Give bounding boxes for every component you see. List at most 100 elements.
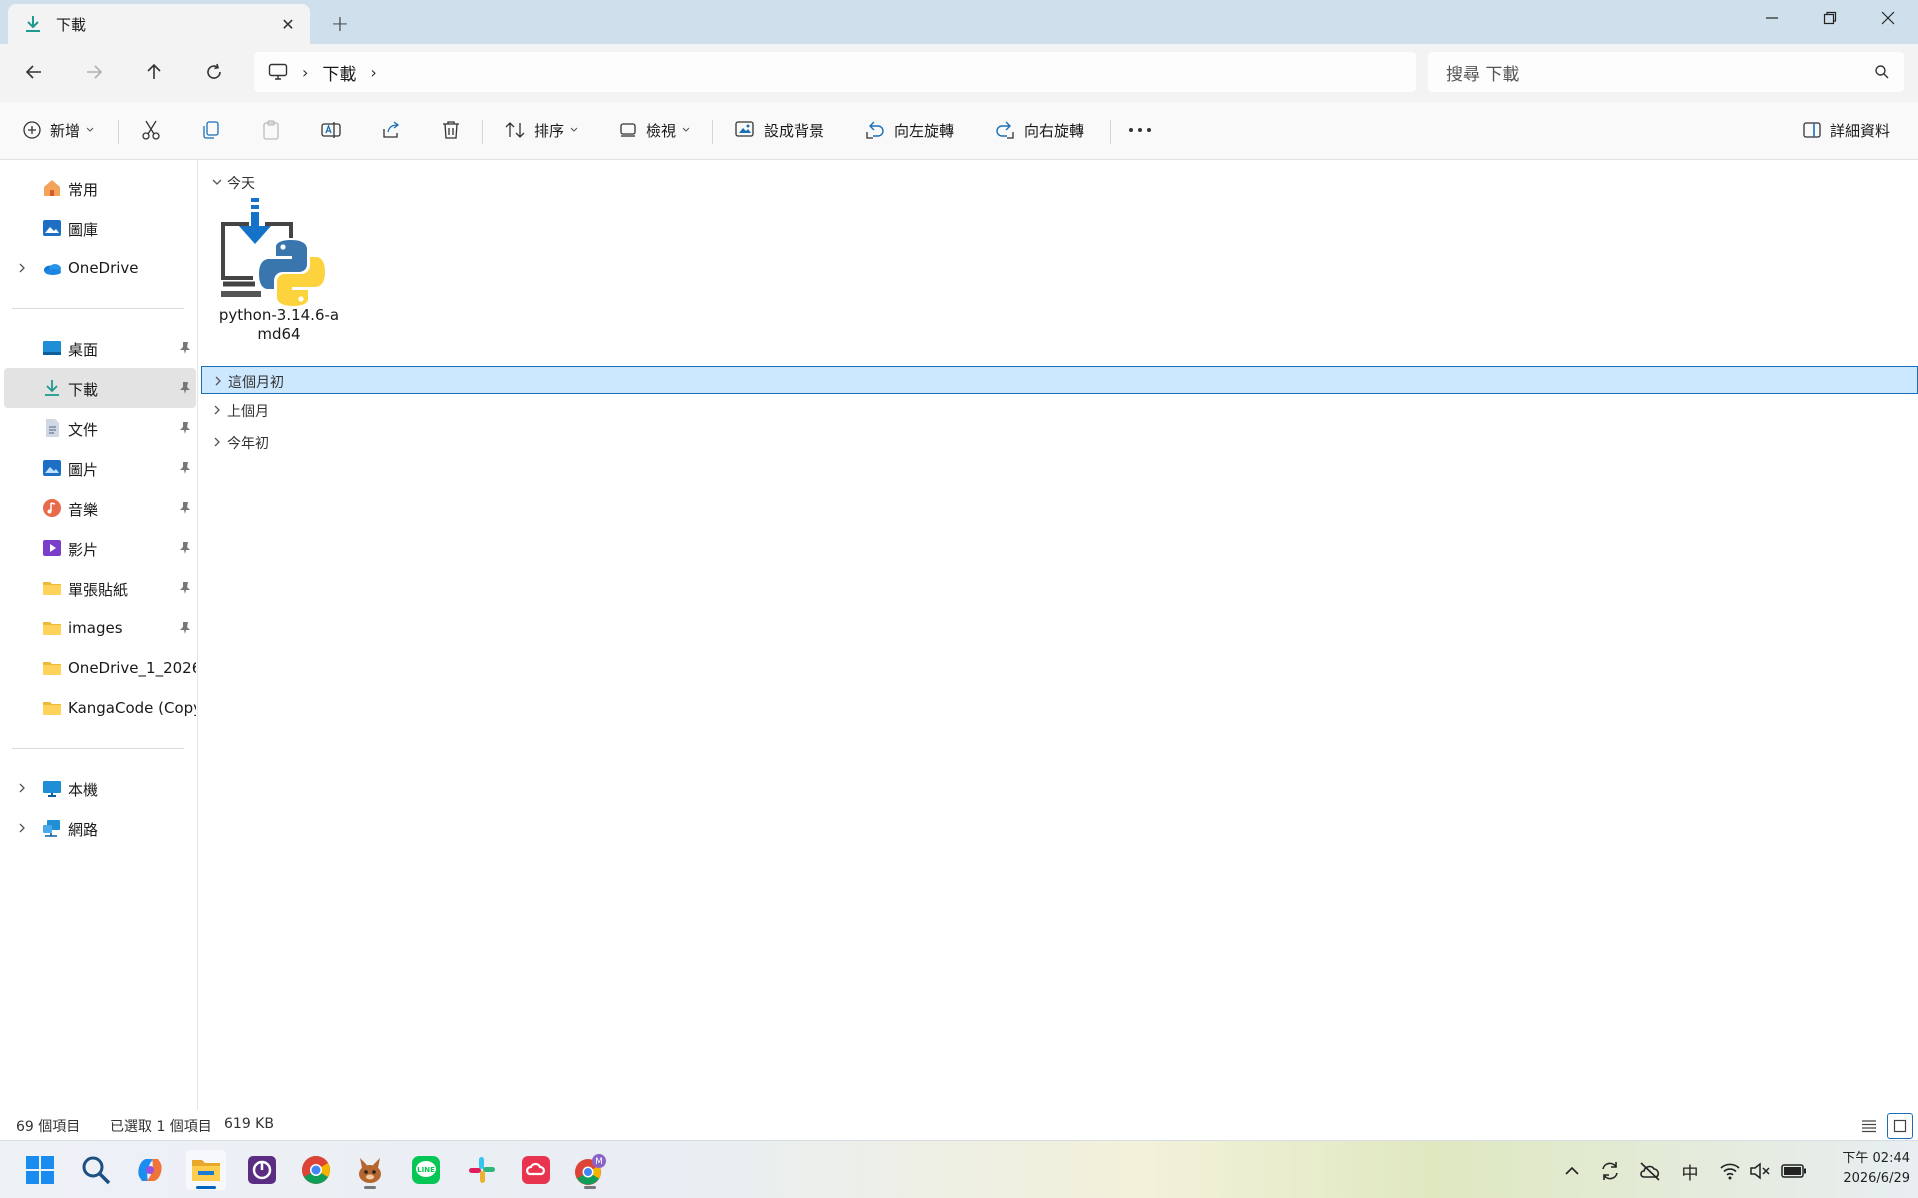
copy-button[interactable]: [200, 112, 222, 148]
command-bar: 新增 排序 檢視 設成背景 向左旋轉 向右旋轉 詳細資料: [0, 102, 1918, 160]
new-tab-button[interactable]: +: [326, 12, 354, 37]
creative-cloud-button[interactable]: [516, 1150, 556, 1190]
folder-icon: [43, 582, 61, 595]
set-as-background-button[interactable]: 設成背景: [734, 112, 824, 148]
search-icon[interactable]: [1874, 64, 1890, 80]
app-icon: [248, 1156, 276, 1184]
clock-date: 2026/6/29: [1843, 1171, 1910, 1186]
breadcrumb-separator[interactable]: ›: [302, 63, 308, 82]
up-button[interactable]: [134, 54, 174, 90]
cloud-offline-button[interactable]: [1636, 1157, 1664, 1185]
group-header-last-month[interactable]: 上個月: [201, 396, 1918, 424]
close-window-button[interactable]: [1858, 0, 1918, 36]
chrome-profile-button[interactable]: M: [570, 1150, 610, 1190]
tab-downloads[interactable]: 下載 ✕: [8, 4, 310, 44]
app-button[interactable]: [242, 1150, 282, 1190]
address-bar: › 下載 › 搜尋 下載: [0, 44, 1918, 102]
file-explorer-icon: [192, 1160, 220, 1181]
sidebar-item-this-pc[interactable]: 本機: [4, 768, 196, 808]
rotate-right-button[interactable]: 向右旋轉: [994, 112, 1084, 148]
view-button[interactable]: 檢視: [618, 112, 690, 148]
close-tab-button[interactable]: ✕: [278, 14, 298, 34]
monitor-icon[interactable]: [268, 63, 288, 81]
details-pane-button[interactable]: 詳細資料: [1802, 112, 1890, 148]
forward-button[interactable]: [74, 54, 114, 90]
refresh-button[interactable]: [194, 54, 234, 90]
start-button[interactable]: [20, 1150, 60, 1190]
tiles-view-button[interactable]: [1887, 1113, 1913, 1139]
search-input[interactable]: 搜尋 下載: [1446, 60, 1519, 85]
group-header-today[interactable]: 今天: [201, 168, 1918, 196]
system-clock[interactable]: 下午 02:44 2026/6/29: [1814, 1149, 1910, 1189]
pin-icon: [180, 622, 190, 634]
home-icon: [44, 180, 60, 196]
download-icon: [45, 380, 59, 396]
app-icon: [359, 1158, 381, 1183]
breadcrumb[interactable]: › 下載 ›: [254, 52, 1416, 92]
restore-button[interactable]: [1800, 0, 1860, 36]
breadcrumb-item-downloads[interactable]: 下載: [322, 60, 356, 85]
group-header-earlier-this-year[interactable]: 今年初: [201, 428, 1918, 456]
taskbar-search-button[interactable]: [76, 1150, 116, 1190]
file-item-name: python-3.14.6-amd64: [218, 306, 340, 343]
sidebar-item-onedrive[interactable]: OneDrive: [4, 248, 196, 288]
copilot-button[interactable]: [130, 1150, 170, 1190]
show-hidden-icons-button[interactable]: [1558, 1157, 1586, 1185]
wifi-button[interactable]: [1716, 1157, 1744, 1185]
line-button[interactable]: LINE: [406, 1150, 446, 1190]
sidebar-item-network[interactable]: 網路: [4, 808, 196, 848]
sidebar-item-home[interactable]: 常用: [4, 168, 196, 208]
volume-button[interactable]: [1746, 1157, 1774, 1185]
breadcrumb-separator[interactable]: ›: [370, 63, 376, 82]
rotate-left-button[interactable]: 向左旋轉: [864, 112, 954, 148]
file-list[interactable]: 今天 python-3.14.6-amd64 這個月初 上個月 今年初: [199, 160, 1918, 1123]
desktop-icon: [43, 341, 61, 355]
sidebar-item-music[interactable]: 音樂: [4, 488, 196, 528]
sidebar-item-videos[interactable]: 影片: [4, 528, 196, 568]
gallery-icon: [43, 220, 61, 236]
start-icon: [26, 1156, 54, 1184]
details-view-button[interactable]: [1856, 1113, 1882, 1139]
sidebar-item-onedrive-folder[interactable]: OneDrive_1_2026: [4, 648, 196, 688]
search-box[interactable]: 搜尋 下載: [1428, 52, 1904, 92]
back-button[interactable]: [14, 54, 54, 90]
input-method-button[interactable]: 中: [1676, 1157, 1704, 1185]
sidebar-item-documents[interactable]: 文件: [4, 408, 196, 448]
sync-status-button[interactable]: [1596, 1157, 1624, 1185]
share-icon: [383, 121, 400, 138]
share-button[interactable]: [380, 112, 402, 148]
slack-button[interactable]: [462, 1150, 502, 1190]
set-as-background-label: 設成背景: [764, 121, 825, 140]
file-item-python-installer[interactable]: python-3.14.6-amd64: [215, 196, 343, 346]
sidebar-item-desktop[interactable]: 桌面: [4, 328, 196, 368]
pet-app-button[interactable]: [350, 1150, 390, 1190]
battery-button[interactable]: [1780, 1157, 1808, 1185]
line-icon: LINE: [412, 1156, 440, 1184]
sort-icon: [505, 122, 525, 138]
rename-button[interactable]: [320, 112, 342, 148]
clipboard-icon: [263, 120, 279, 140]
delete-button[interactable]: [440, 112, 462, 148]
clock-time: 下午 02:44: [1842, 1151, 1910, 1166]
sidebar-item-kangacode-folder[interactable]: KangaCode (Copy: [4, 688, 196, 728]
new-button-label: 新增: [50, 121, 81, 140]
paste-button[interactable]: [260, 112, 282, 148]
minimize-button[interactable]: [1742, 0, 1802, 36]
rotate-left-label: 向左旋轉: [894, 121, 955, 140]
sidebar-item-images-folder[interactable]: images: [4, 608, 196, 648]
arrow-up-icon: [147, 63, 161, 79]
sidebar-item-downloads[interactable]: 下載: [4, 368, 196, 408]
rotate-right-label: 向右旋轉: [1024, 121, 1085, 140]
sidebar-item-pictures[interactable]: 圖片: [4, 448, 196, 488]
new-button[interactable]: 新增: [22, 112, 94, 148]
view-button-label: 檢視: [646, 121, 677, 140]
file-explorer-button[interactable]: [186, 1150, 226, 1190]
cut-button[interactable]: [140, 112, 162, 148]
sidebar-item-gallery[interactable]: 圖庫: [4, 208, 196, 248]
group-header-earlier-this-month[interactable]: 這個月初: [201, 366, 1918, 394]
copy-icon: [203, 121, 219, 139]
sort-button[interactable]: 排序: [504, 112, 578, 148]
more-options-button[interactable]: [1128, 112, 1152, 148]
chrome-button[interactable]: [296, 1150, 336, 1190]
sidebar-item-stickers-folder[interactable]: 單張貼紙: [4, 568, 196, 608]
